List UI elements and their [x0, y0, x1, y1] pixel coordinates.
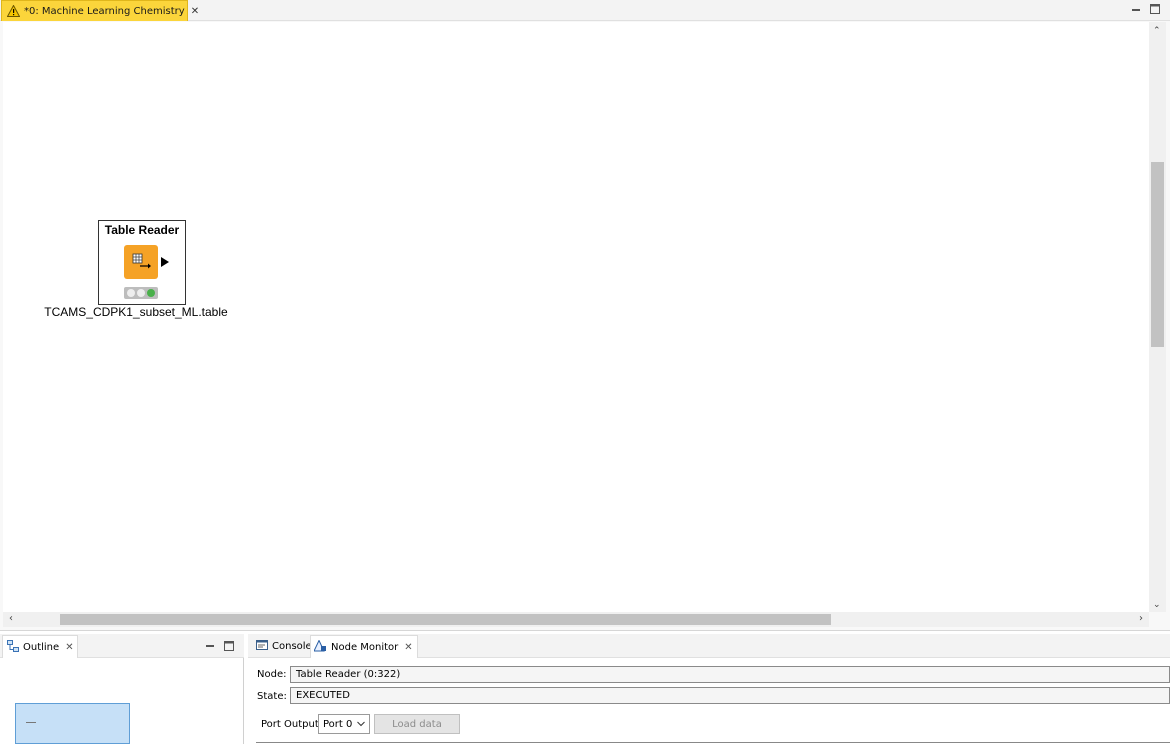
workflow-editor: *0: Machine Learning Chemistry ✕ Table R…	[0, 0, 1170, 631]
state-field-value: EXECUTED	[290, 687, 1170, 704]
vertical-scrollbar[interactable]: ⌃ ⌄	[1149, 22, 1166, 612]
port-select-value: Port 0	[323, 718, 353, 730]
node-field-value: Table Reader (0:322)	[290, 666, 1170, 683]
scroll-down-icon[interactable]: ⌄	[1153, 600, 1161, 610]
outline-viewport[interactable]	[15, 703, 130, 744]
maximize-icon[interactable]	[223, 640, 235, 655]
table-reader-node[interactable]: Table Reader	[98, 220, 186, 305]
tab-node-monitor[interactable]: Node Monitor ✕	[310, 635, 418, 658]
node-monitor-icon	[313, 638, 327, 655]
port-output-select[interactable]: Port 0	[318, 714, 370, 734]
status-light-green	[147, 289, 155, 297]
node-title: Table Reader	[104, 223, 180, 237]
status-light-red	[127, 289, 135, 297]
node-field-label: Node:	[257, 669, 287, 680]
close-icon[interactable]: ✕	[191, 6, 199, 17]
editor-tab-label: *0: Machine Learning Chemistry	[24, 5, 185, 17]
port-output-label: Port Output	[261, 719, 319, 730]
status-light-yellow	[137, 289, 145, 297]
minimize-icon[interactable]	[204, 640, 216, 655]
tab-console[interactable]: Console	[252, 635, 316, 658]
outline-panel: Outline ✕	[0, 634, 244, 744]
vertical-scroll-thumb[interactable]	[1151, 162, 1164, 347]
horizontal-scrollbar[interactable]: ‹ ›	[3, 612, 1149, 627]
output-port[interactable]	[161, 257, 169, 267]
monitor-tab-bar: Console Node Monitor ✕	[248, 634, 1170, 658]
outline-tab-label: Outline	[23, 641, 60, 653]
node-monitor-tab-label: Node Monitor	[331, 641, 399, 653]
minimize-icon[interactable]	[1130, 3, 1142, 15]
status-traffic-light	[124, 287, 158, 299]
editor-tab[interactable]: *0: Machine Learning Chemistry ✕	[1, 0, 199, 21]
warning-icon	[7, 5, 20, 17]
scroll-left-icon[interactable]: ‹	[9, 613, 13, 624]
close-icon[interactable]: ✕	[404, 642, 412, 653]
chevron-down-icon	[357, 719, 365, 730]
scroll-up-icon[interactable]: ⌃	[1153, 26, 1161, 36]
state-field-label: State:	[257, 691, 287, 702]
outline-mini-node	[26, 722, 36, 728]
close-icon[interactable]: ✕	[65, 642, 73, 653]
maximize-icon[interactable]	[1149, 3, 1161, 15]
table-reader-icon[interactable]	[124, 245, 158, 279]
node-monitor-panel: Console Node Monitor ✕ Node: Table Reade…	[248, 634, 1170, 744]
outline-tab-bar: Outline ✕	[0, 634, 244, 658]
load-data-button[interactable]: Load data	[374, 714, 460, 734]
editor-tab-bar: *0: Machine Learning Chemistry ✕	[0, 0, 1170, 21]
scroll-right-icon[interactable]: ›	[1139, 613, 1143, 624]
divider	[256, 742, 1170, 743]
node-label[interactable]: TCAMS_CDPK1_subset_ML.table	[36, 305, 236, 319]
console-icon	[256, 639, 268, 654]
tab-outline[interactable]: Outline ✕	[2, 635, 78, 658]
horizontal-scroll-thumb[interactable]	[60, 614, 831, 625]
console-tab-label: Console	[272, 641, 312, 652]
outline-icon	[7, 639, 19, 655]
